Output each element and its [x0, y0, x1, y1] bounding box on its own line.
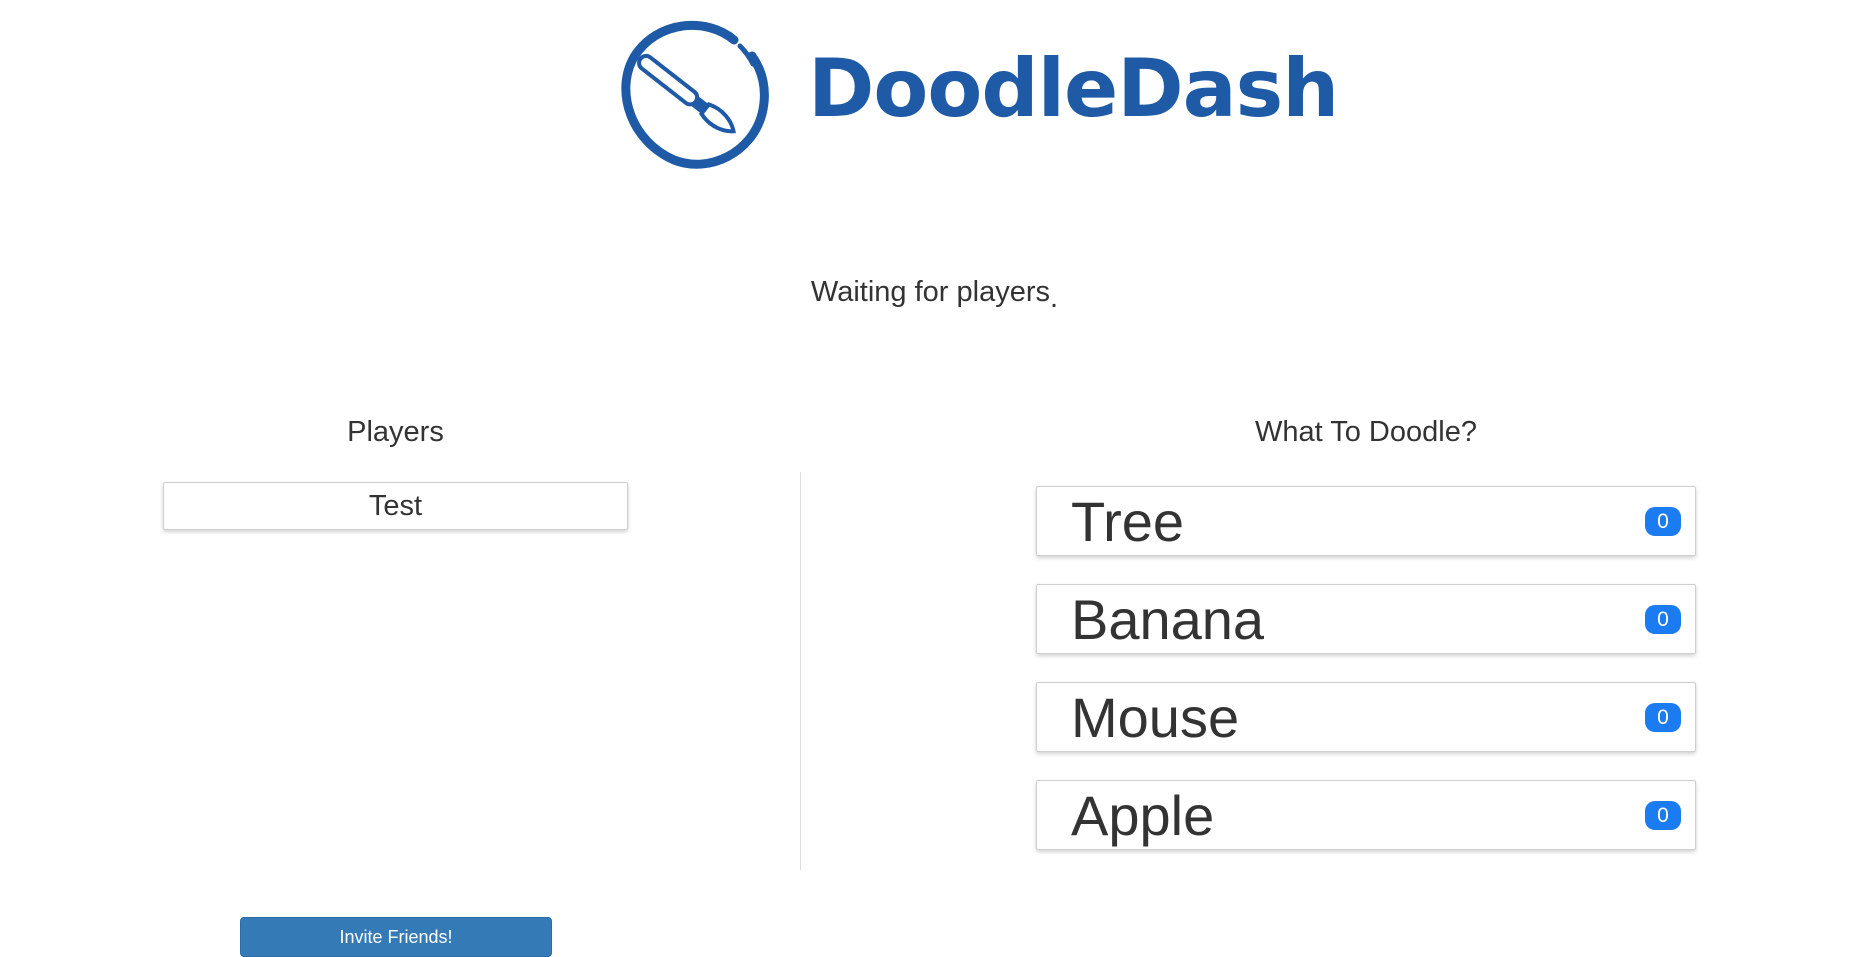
player-item: Test	[163, 482, 628, 530]
players-heading: Players	[347, 416, 444, 448]
what-to-doodle-heading: What To Doodle?	[1255, 416, 1477, 448]
vote-count-badge: 0	[1645, 703, 1681, 732]
vote-count-badge: 0	[1645, 605, 1681, 634]
status-dots: .	[1050, 282, 1059, 314]
word-label: Apple	[1071, 784, 1215, 847]
status-message: Waiting for players.	[0, 276, 1869, 314]
word-label: Banana	[1071, 588, 1265, 651]
word-label: Mouse	[1071, 686, 1240, 749]
player-list: Test	[163, 482, 628, 530]
word-option-tree[interactable]: Tree 0	[1036, 486, 1696, 556]
app-logo: DoodleDash	[612, 12, 1339, 172]
word-option-banana[interactable]: Banana 0	[1036, 584, 1696, 654]
word-label: Tree	[1071, 490, 1185, 553]
vote-count-badge: 0	[1645, 801, 1681, 830]
word-option-mouse[interactable]: Mouse 0	[1036, 682, 1696, 752]
paintbrush-circle-icon	[621, 20, 769, 169]
status-text: Waiting for players	[810, 276, 1050, 308]
word-option-apple[interactable]: Apple 0	[1036, 780, 1696, 850]
column-divider	[800, 472, 801, 870]
invite-friends-button[interactable]: Invite Friends!	[240, 917, 552, 957]
app-name: DoodleDash	[808, 42, 1339, 135]
word-list: Tree 0 Banana 0 Mouse 0 Apple 0	[1036, 486, 1696, 878]
vote-count-badge: 0	[1645, 507, 1681, 536]
